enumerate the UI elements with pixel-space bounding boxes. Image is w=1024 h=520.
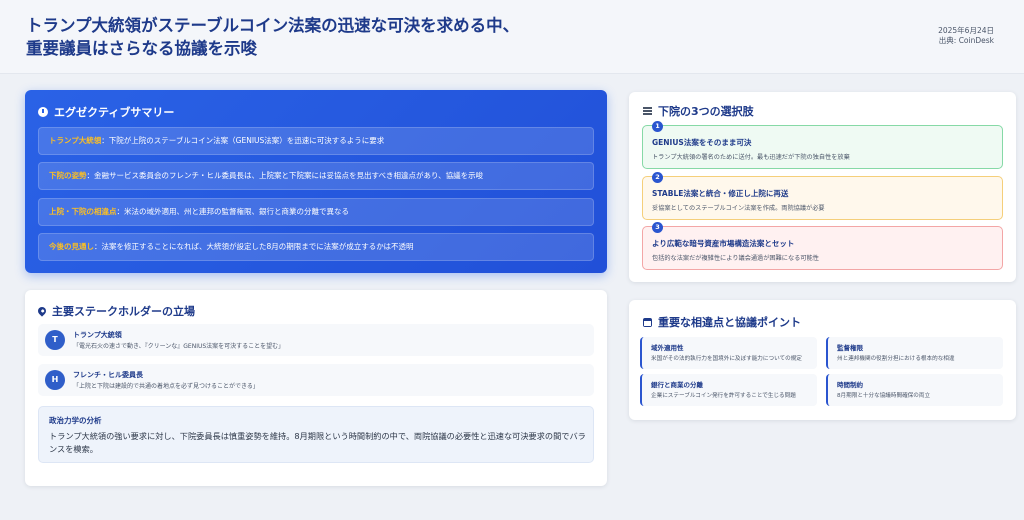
option-desc: 包括的な法案だが複雑性により議会通過が困難になる可能性 [652,255,819,262]
analysis-body: トランプ大統領の強い要求に対し、下院委員長は慎重姿勢を維持。8月期限という時間制… [49,431,586,454]
stakeholder-quote: 「電光石火の速さで動き、『クリーンな』GENIUS法案を可決することを望む」 [73,343,285,350]
option-item: 3 より広範な暗号資産市場構造法案とセット 包括的な法案だが複雑性により議会通過… [642,222,1003,270]
article-meta: 2025年6月24日 出典: CoinDesk [938,26,994,46]
point-desc: 8月期限と十分な協議時間確保の両立 [837,393,931,399]
point-title: 監督権限 [837,344,863,352]
differences-card: 重要な相違点と協議ポイント 域外適用性 米国がその法的執行力を国境外に及ぼす能力… [629,300,1016,420]
option-desc: 妥協案としてのステーブルコイン法案を作成。両院協議が必要 [652,205,825,212]
summary-row: 上院・下院の相違点：米法の域外適用、州と連邦の監督権限、銀行と商業の分離で異なる [38,198,594,226]
analysis-heading: 政治力学の分析 [49,416,102,425]
summary-row-text: ：金融サービス委員会のフレンチ・ヒル委員長は、上院案と下院案には妥協点を見出すべ… [86,171,484,180]
point-title: 時間制約 [837,381,863,389]
difference-point: 時間制約 8月期限と十分な協議時間確保の両立 [826,374,1003,406]
title-line-2: 重要議員はさらなる協議を示唆 [26,39,257,58]
executive-summary-heading: エグゼクティブサマリー [38,104,174,120]
options-heading: 下院の3つの選択肢 [643,103,754,119]
summary-row: 今後の見通し：法案を修正することになれば、大統領が設定した8月の期限までに法案が… [38,233,594,261]
source-label: 出典: CoinDesk [938,36,994,45]
option-number-badge: 2 [652,172,663,183]
political-analysis-box: 政治力学の分析 トランプ大統領の強い要求に対し、下院委員長は慎重姿勢を維持。8月… [38,406,594,463]
difference-point: 監督権限 州と連邦機関の役割分担における根本的な相違 [826,337,1003,369]
option-item: 1 GENIUS法案をそのまま可決 トランプ大統領の署名のために送付。最も迅速だ… [642,121,1003,169]
option-title: GENIUS法案をそのまま可決 [652,138,752,147]
option-item: 2 STABLE法案と統合・修正し上院に再送 妥協案としてのステーブルコイン法案… [642,172,1003,220]
summary-row-label: 今後の見通し [49,242,94,251]
point-title: 域外適用性 [651,344,684,352]
stakeholders-card: 主要ステークホルダーの立場 T トランプ大統領 「電光石火の速さで動き、『クリー… [25,290,607,486]
page-header: トランプ大統領がステーブルコイン法案の迅速な可決を求める中、 重要議員はさらなる… [0,0,1024,74]
summary-row-label: 下院の姿勢 [49,171,87,180]
point-title: 銀行と商業の分離 [651,381,703,389]
stakeholder-name: トランプ大統領 [73,331,122,339]
summary-row-label: 上院・下院の相違点 [49,207,117,216]
option-number-badge: 3 [652,222,663,233]
stakeholders-heading: 主要ステークホルダーの立場 [36,303,195,319]
summary-row: 下院の姿勢：金融サービス委員会のフレンチ・ヒル委員長は、上院案と下院案には妥協点… [38,162,594,190]
option-title: より広範な暗号資産市場構造法案とセット [652,239,795,248]
option-number-badge: 1 [652,121,663,132]
differences-heading: 重要な相違点と協議ポイント [643,314,801,330]
differences-title: 重要な相違点と協議ポイント [658,316,801,329]
list-icon [643,107,652,115]
point-desc: 米国がその法的執行力を国境外に及ぼす能力についての規定 [651,356,802,362]
clock-icon [38,107,48,117]
title-line-1: トランプ大統領がステーブルコイン法案の迅速な可決を求める中、 [26,16,520,35]
summary-row: トランプ大統領：下院が上院のステーブルコイン法案（GENIUS法案）を迅速に可決… [38,127,594,155]
stakeholder-item: H フレンチ・ヒル委員長 「上院と下院は建設的で共通の着地点を必ず見つけることが… [38,364,594,396]
stakeholder-item: T トランプ大統領 「電光石火の速さで動き、『クリーンな』GENIUS法案を可決… [38,324,594,356]
executive-summary-card: エグゼクティブサマリー トランプ大統領：下院が上院のステーブルコイン法案（GEN… [25,90,607,273]
summary-row-label: トランプ大統領 [49,136,102,145]
options-card: 下院の3つの選択肢 1 GENIUS法案をそのまま可決 トランプ大統領の署名のた… [629,92,1016,282]
point-desc: 企業にステーブルコイン発行を許可することで生じる問題 [651,393,796,399]
option-desc: トランプ大統領の署名のために送付。最も迅速だが下院の独自性を放棄 [652,154,850,161]
stakeholder-quote: 「上院と下院は建設的で共通の着地点を必ず見つけることができる」 [73,383,259,390]
avatar: T [45,330,65,350]
calendar-icon [643,317,652,327]
publish-date: 2025年6月24日 [938,26,994,35]
difference-point: 域外適用性 米国がその法的執行力を国境外に及ぼす能力についての規定 [640,337,817,369]
stakeholder-name: フレンチ・ヒル委員長 [73,371,143,379]
point-desc: 州と連邦機関の役割分担における根本的な相違 [837,356,955,362]
map-pin-icon [36,305,48,317]
difference-point: 銀行と商業の分離 企業にステーブルコイン発行を許可することで生じる問題 [640,374,817,406]
option-title: STABLE法案と統合・修正し上院に再送 [652,189,789,198]
summary-row-text: ：下院が上院のステーブルコイン法案（GENIUS法案）を迅速に可決するように要求 [101,136,385,145]
page-title: トランプ大統領がステーブルコイン法案の迅速な可決を求める中、 重要議員はさらなる… [26,14,519,60]
executive-summary-title: エグゼクティブサマリー [54,106,175,119]
stakeholders-title: 主要ステークホルダーの立場 [52,305,195,318]
options-title: 下院の3つの選択肢 [658,105,754,118]
summary-row-text: ：法案を修正することになれば、大統領が設定した8月の期限までに法案が成立するかは… [94,242,414,251]
summary-row-text: ：米法の域外適用、州と連邦の監督権限、銀行と商業の分離で異なる [116,207,350,216]
avatar: H [45,370,65,390]
